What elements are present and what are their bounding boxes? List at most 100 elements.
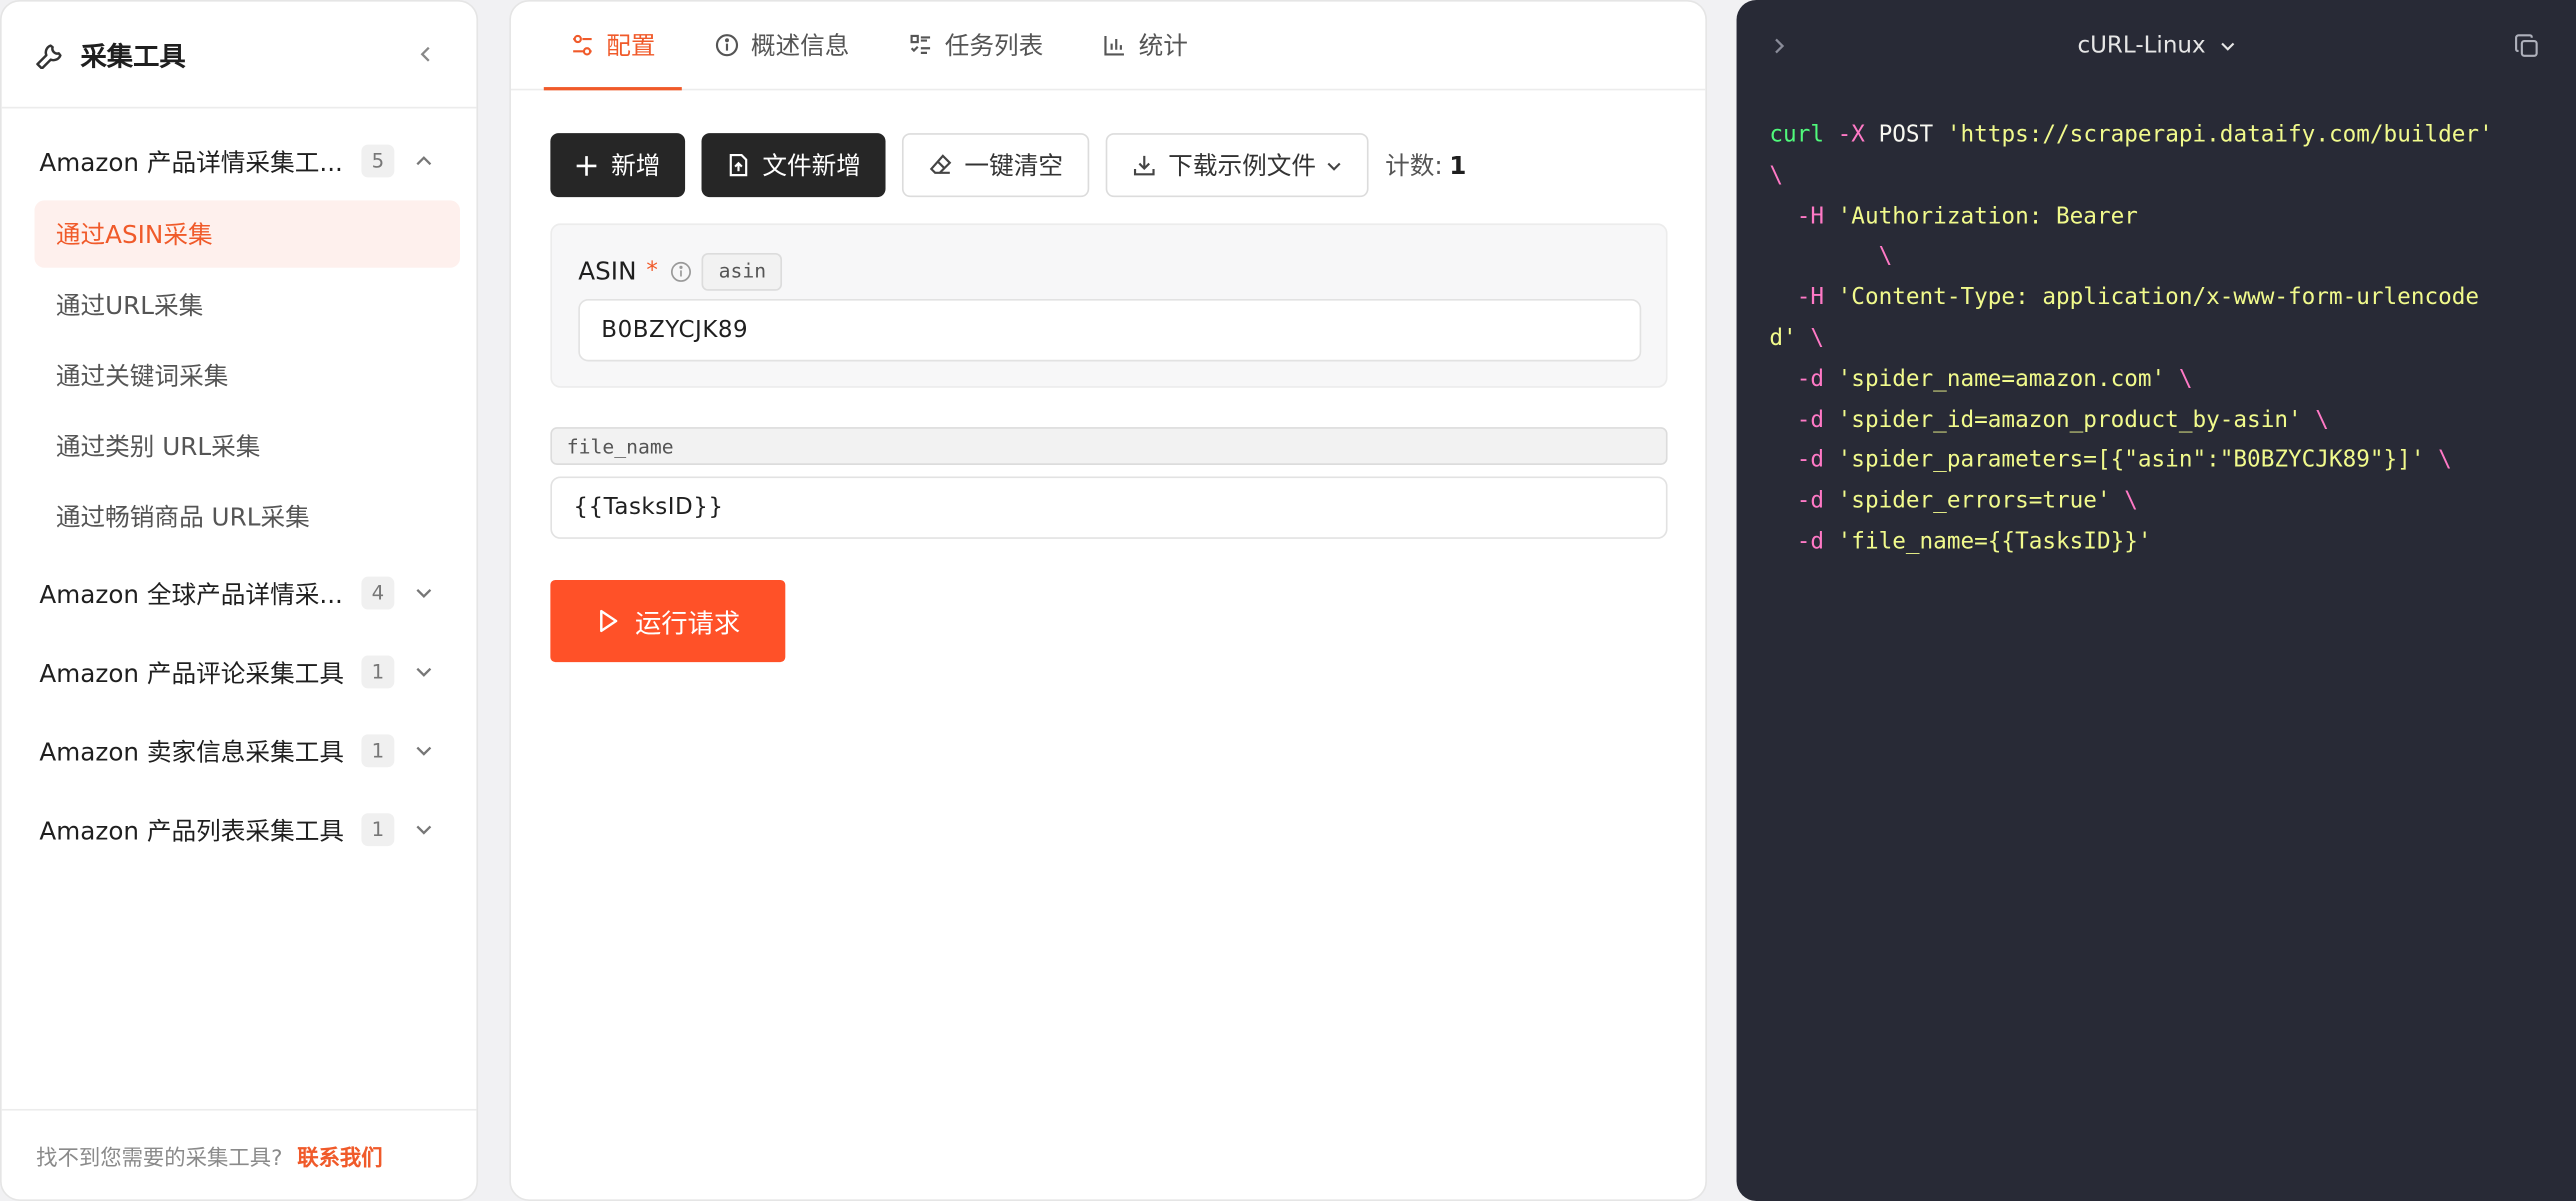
- chevron-down-icon: [2219, 38, 2235, 54]
- tab-label: 统计: [1138, 30, 1188, 60]
- sidebar-group-label: Amazon 卖家信息采集工具: [39, 736, 345, 767]
- code-token: -d: [1769, 488, 1838, 515]
- code-token: -X: [1837, 121, 1879, 148]
- code-token: 'Authorization: Bearer: [1837, 203, 2138, 230]
- code-line: -d 'spider_errors=true' \: [1769, 482, 2543, 523]
- plus-icon: [575, 152, 601, 178]
- sidebar-group-product-detail[interactable]: Amazon 产品详情采集工... 5: [2, 122, 477, 201]
- sidebar-group-label: Amazon 全球产品详情采...: [39, 579, 343, 609]
- chevron-up-icon: [411, 148, 437, 174]
- run-request-label: 运行请求: [634, 607, 741, 640]
- code-token: -d: [1769, 366, 1838, 393]
- code-token: 'file_name={{TasksID}}': [1837, 528, 2152, 556]
- asin-input[interactable]: B0BZYCJK89: [578, 299, 1642, 362]
- code-token: 'https://scraperapi.dataify.com/builder': [1946, 121, 2493, 148]
- code-line: d' \: [1769, 319, 2543, 360]
- app-root: 采集工具 Amazon 产品详情采集工... 5 通过ASIN采集 通过URL采…: [0, 0, 2576, 1201]
- chevron-down-icon: [411, 738, 437, 764]
- code-line: \: [1769, 237, 2543, 278]
- file-name-input[interactable]: {{TasksID}}: [550, 476, 1668, 539]
- play-icon: [596, 608, 622, 634]
- sidebar-subitems: 通过ASIN采集 通过URL采集 通过关键词采集 通过类别 URL采集 通过畅销…: [2, 200, 477, 550]
- code-token: -d: [1769, 406, 1838, 434]
- wrench-icon: [35, 38, 68, 71]
- asin-field-header: ASIN * asin: [578, 251, 1639, 290]
- footer-text: 找不到您需要的采集工具?: [36, 1145, 283, 1171]
- sidebar-group-label: Amazon 产品详情采集工...: [39, 147, 343, 177]
- code-line: -H 'Authorization: Bearer: [1769, 196, 2543, 237]
- code-line: curl -X POST 'https://scraperapi.dataify…: [1769, 115, 2543, 156]
- code-line: -H 'Content-Type: application/x-www-form…: [1769, 278, 2543, 319]
- copy-icon[interactable]: [2514, 31, 2544, 61]
- sidebar-group-reviews[interactable]: Amazon 产品评论采集工具 1: [2, 633, 477, 712]
- chevron-right-icon[interactable]: [1769, 36, 1802, 56]
- sidebar-item-by-keyword[interactable]: 通过关键词采集: [35, 342, 461, 409]
- code-token: -d: [1769, 528, 1838, 556]
- tab-overview[interactable]: 概述信息: [688, 2, 875, 89]
- info-icon: [715, 31, 741, 57]
- tab-label: 配置: [606, 30, 656, 60]
- code-token: \: [1810, 325, 1825, 352]
- group-count-badge: 1: [361, 813, 395, 847]
- code-block[interactable]: curl -X POST 'https://scraperapi.dataify…: [1737, 92, 2576, 563]
- sidebar-group-seller[interactable]: Amazon 卖家信息采集工具 1: [2, 711, 477, 790]
- sidebar-footer: 找不到您需要的采集工具? 联系我们: [1, 1108, 477, 1199]
- tab-bar: 配置 概述信息 任务列表 统计: [510, 2, 1706, 91]
- code-token: 'spider_parameters=[{"asin":"B0BZYCJK89"…: [1837, 447, 2439, 474]
- info-icon[interactable]: [671, 260, 692, 282]
- run-request-button[interactable]: 运行请求: [550, 579, 786, 663]
- contact-us-link[interactable]: 联系我们: [297, 1139, 382, 1171]
- asin-param-tag: asin: [702, 252, 783, 290]
- code-token: -H: [1769, 284, 1838, 311]
- eraser-icon: [928, 152, 954, 178]
- tab-stats[interactable]: 统计: [1076, 2, 1214, 89]
- code-line: -d 'file_name={{TasksID}}': [1769, 522, 2543, 563]
- language-select-value: cURL-Linux: [2077, 32, 2206, 60]
- count-value: 1: [1449, 151, 1467, 181]
- sidebar-item-by-category-url[interactable]: 通过类别 URL采集: [35, 412, 461, 479]
- sidebar-item-by-url[interactable]: 通过URL采集: [35, 271, 461, 338]
- chevron-down-icon: [411, 817, 437, 843]
- sidebar-group-global-detail[interactable]: Amazon 全球产品详情采... 4: [2, 554, 477, 633]
- group-count-badge: 1: [361, 734, 395, 768]
- code-panel: cURL-Linux curl -X POST 'https://scraper…: [1736, 0, 2576, 1201]
- chevron-down-icon: [1326, 157, 1342, 173]
- download-sample-button-label: 下载示例文件: [1168, 151, 1317, 181]
- toolbar: 新增 文件新增 一键清空 下载示例文件 计数: 1: [550, 133, 1466, 198]
- code-token: POST: [1878, 121, 1947, 148]
- main-panel: 配置 概述信息 任务列表 统计 新增 文件新增 一键清空 下载示例文件 计数: …: [509, 0, 1707, 1201]
- group-count-badge: 1: [361, 655, 395, 689]
- code-token: -d: [1769, 447, 1838, 474]
- language-select[interactable]: cURL-Linux: [1737, 33, 2576, 59]
- file-add-button[interactable]: 文件新增: [701, 133, 886, 198]
- tab-config[interactable]: 配置: [543, 2, 682, 91]
- code-token: \: [1769, 162, 1784, 189]
- code-token: -H: [1769, 203, 1838, 230]
- collapse-sidebar-icon[interactable]: [407, 36, 443, 72]
- sidebar-item-by-bestseller-url[interactable]: 通过畅销商品 URL采集: [35, 483, 461, 550]
- chevron-down-icon: [411, 659, 437, 685]
- tab-label: 概述信息: [750, 30, 850, 60]
- clear-all-button[interactable]: 一键清空: [902, 133, 1090, 198]
- code-token: \: [2315, 406, 2329, 434]
- add-button[interactable]: 新增: [550, 133, 686, 198]
- sidebar: 采集工具 Amazon 产品详情采集工... 5 通过ASIN采集 通过URL采…: [0, 0, 479, 1201]
- code-token: \: [2438, 447, 2452, 474]
- list-icon: [909, 31, 935, 57]
- tab-task-list[interactable]: 任务列表: [882, 2, 1069, 89]
- code-token: 'spider_id=amazon_product_by-asin': [1837, 406, 2316, 434]
- download-sample-button[interactable]: 下载示例文件: [1105, 133, 1369, 198]
- sidebar-item-by-asin[interactable]: 通过ASIN采集: [34, 200, 461, 268]
- file-add-button-label: 文件新增: [762, 151, 861, 181]
- group-count-badge: 5: [361, 144, 395, 178]
- sidebar-header: 采集工具: [1, 2, 477, 109]
- bar-chart-icon: [1102, 31, 1128, 57]
- count-label: 计数:: [1385, 151, 1443, 181]
- add-button-label: 新增: [611, 151, 661, 181]
- code-line: -d 'spider_name=amazon.com' \: [1769, 359, 2543, 400]
- count-display: 计数: 1: [1385, 148, 1466, 183]
- sidebar-title: 采集工具: [80, 41, 186, 73]
- file-name-field: file_name {{TasksID}}: [550, 427, 1668, 539]
- code-line: -d 'spider_id=amazon_product_by-asin' \: [1769, 400, 2543, 441]
- sidebar-group-product-list[interactable]: Amazon 产品列表采集工具 1: [2, 790, 477, 869]
